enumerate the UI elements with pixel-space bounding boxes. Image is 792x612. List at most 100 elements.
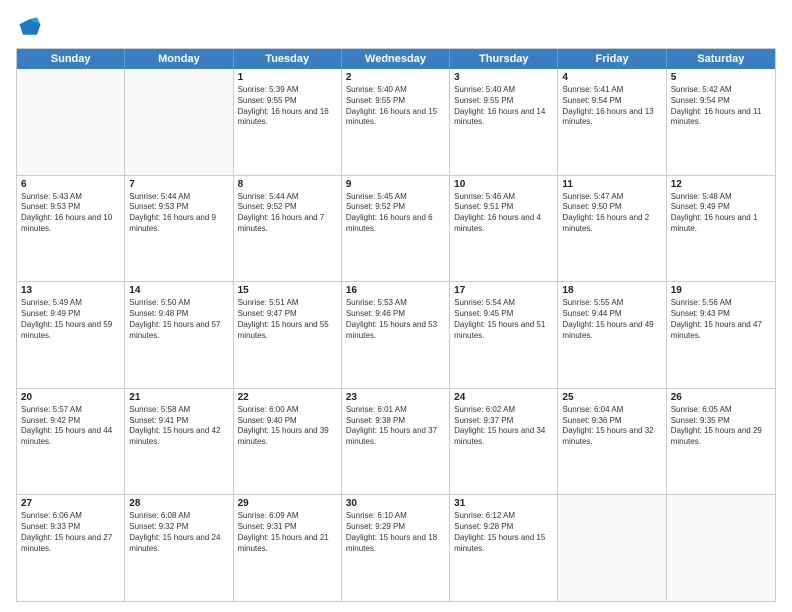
- logo: [16, 12, 48, 40]
- day-cell-23: 23 Sunrise: 6:01 AM Sunset: 9:38 PM Dayli…: [342, 389, 450, 495]
- day-cell-29: 29 Sunrise: 6:09 AM Sunset: 9:31 PM Dayli…: [234, 495, 342, 601]
- day-number: 20: [21, 392, 120, 403]
- calendar-week-3: 13 Sunrise: 5:49 AM Sunset: 9:49 PM Dayli…: [17, 281, 775, 388]
- cell-sun-info: Sunrise: 6:04 AM Sunset: 9:36 PM Dayligh…: [562, 405, 661, 448]
- day-number: 17: [454, 285, 553, 296]
- cell-sun-info: Sunrise: 6:06 AM Sunset: 9:33 PM Dayligh…: [21, 511, 120, 554]
- day-cell-2: 2 Sunrise: 5:40 AM Sunset: 9:55 PM Daylig…: [342, 69, 450, 175]
- cell-sun-info: Sunrise: 5:44 AM Sunset: 9:52 PM Dayligh…: [238, 192, 337, 235]
- cell-sun-info: Sunrise: 5:39 AM Sunset: 9:55 PM Dayligh…: [238, 85, 337, 128]
- cell-sun-info: Sunrise: 5:53 AM Sunset: 9:46 PM Dayligh…: [346, 298, 445, 341]
- day-cell-15: 15 Sunrise: 5:51 AM Sunset: 9:47 PM Dayli…: [234, 282, 342, 388]
- empty-cell: [667, 495, 775, 601]
- day-number: 4: [562, 72, 661, 83]
- cell-sun-info: Sunrise: 5:50 AM Sunset: 9:48 PM Dayligh…: [129, 298, 228, 341]
- cell-sun-info: Sunrise: 6:02 AM Sunset: 9:37 PM Dayligh…: [454, 405, 553, 448]
- cell-sun-info: Sunrise: 5:55 AM Sunset: 9:44 PM Dayligh…: [562, 298, 661, 341]
- day-cell-13: 13 Sunrise: 5:49 AM Sunset: 9:49 PM Dayli…: [17, 282, 125, 388]
- day-number: 11: [562, 179, 661, 190]
- cell-sun-info: Sunrise: 6:00 AM Sunset: 9:40 PM Dayligh…: [238, 405, 337, 448]
- cell-sun-info: Sunrise: 5:58 AM Sunset: 9:41 PM Dayligh…: [129, 405, 228, 448]
- header-day-sunday: Sunday: [17, 49, 125, 69]
- day-cell-19: 19 Sunrise: 5:56 AM Sunset: 9:43 PM Dayli…: [667, 282, 775, 388]
- day-number: 6: [21, 179, 120, 190]
- day-cell-27: 27Sunrise: 6:06 AM Sunset: 9:33 PM Dayli…: [17, 495, 125, 601]
- day-cell-11: 11 Sunrise: 5:47 AM Sunset: 9:50 PM Dayli…: [558, 176, 666, 282]
- day-cell-3: 3Sunrise: 5:40 AM Sunset: 9:55 PM Daylig…: [450, 69, 558, 175]
- calendar-week-1: 1 Sunrise: 5:39 AM Sunset: 9:55 PM Daylig…: [17, 69, 775, 175]
- cell-sun-info: Sunrise: 5:57 AM Sunset: 9:42 PM Dayligh…: [21, 405, 120, 448]
- day-cell-16: 16Sunrise: 5:53 AM Sunset: 9:46 PM Dayli…: [342, 282, 450, 388]
- cell-sun-info: Sunrise: 6:10 AM Sunset: 9:29 PM Dayligh…: [346, 511, 445, 554]
- day-number: 15: [238, 285, 337, 296]
- calendar-week-5: 27Sunrise: 6:06 AM Sunset: 9:33 PM Dayli…: [17, 494, 775, 601]
- cell-sun-info: Sunrise: 5:41 AM Sunset: 9:54 PM Dayligh…: [562, 85, 661, 128]
- cell-sun-info: Sunrise: 6:05 AM Sunset: 9:35 PM Dayligh…: [671, 405, 771, 448]
- cell-sun-info: Sunrise: 6:08 AM Sunset: 9:32 PM Dayligh…: [129, 511, 228, 554]
- cell-sun-info: Sunrise: 6:01 AM Sunset: 9:38 PM Dayligh…: [346, 405, 445, 448]
- day-cell-5: 5 Sunrise: 5:42 AM Sunset: 9:54 PM Daylig…: [667, 69, 775, 175]
- header-day-tuesday: Tuesday: [234, 49, 342, 69]
- day-cell-6: 6Sunrise: 5:43 AM Sunset: 9:53 PM Daylig…: [17, 176, 125, 282]
- cell-sun-info: Sunrise: 5:47 AM Sunset: 9:50 PM Dayligh…: [562, 192, 661, 235]
- header-day-saturday: Saturday: [667, 49, 775, 69]
- day-number: 30: [346, 498, 445, 509]
- empty-cell: [125, 69, 233, 175]
- header: [16, 12, 776, 40]
- day-cell-25: 25 Sunrise: 6:04 AM Sunset: 9:36 PM Dayli…: [558, 389, 666, 495]
- cell-sun-info: Sunrise: 5:45 AM Sunset: 9:52 PM Dayligh…: [346, 192, 445, 235]
- day-number: 22: [238, 392, 337, 403]
- day-number: 19: [671, 285, 771, 296]
- day-cell-31: 31 Sunrise: 6:12 AM Sunset: 9:28 PM Dayli…: [450, 495, 558, 601]
- day-number: 1: [238, 72, 337, 83]
- day-cell-14: 14Sunrise: 5:50 AM Sunset: 9:48 PM Dayli…: [125, 282, 233, 388]
- day-cell-17: 17 Sunrise: 5:54 AM Sunset: 9:45 PM Dayli…: [450, 282, 558, 388]
- day-number: 13: [21, 285, 120, 296]
- day-number: 12: [671, 179, 771, 190]
- day-cell-7: 7Sunrise: 5:44 AM Sunset: 9:53 PM Daylig…: [125, 176, 233, 282]
- day-number: 28: [129, 498, 228, 509]
- day-number: 2: [346, 72, 445, 83]
- cell-sun-info: Sunrise: 5:48 AM Sunset: 9:49 PM Dayligh…: [671, 192, 771, 235]
- header-day-monday: Monday: [125, 49, 233, 69]
- day-number: 8: [238, 179, 337, 190]
- page: SundayMondayTuesdayWednesdayThursdayFrid…: [0, 0, 792, 612]
- empty-cell: [17, 69, 125, 175]
- day-number: 9: [346, 179, 445, 190]
- cell-sun-info: Sunrise: 5:40 AM Sunset: 9:55 PM Dayligh…: [454, 85, 553, 128]
- cell-sun-info: Sunrise: 5:51 AM Sunset: 9:47 PM Dayligh…: [238, 298, 337, 341]
- day-cell-22: 22 Sunrise: 6:00 AM Sunset: 9:40 PM Dayli…: [234, 389, 342, 495]
- day-cell-26: 26 Sunrise: 6:05 AM Sunset: 9:35 PM Dayli…: [667, 389, 775, 495]
- cell-sun-info: Sunrise: 5:49 AM Sunset: 9:49 PM Dayligh…: [21, 298, 120, 341]
- cell-sun-info: Sunrise: 5:42 AM Sunset: 9:54 PM Dayligh…: [671, 85, 771, 128]
- day-cell-18: 18Sunrise: 5:55 AM Sunset: 9:44 PM Dayli…: [558, 282, 666, 388]
- day-number: 10: [454, 179, 553, 190]
- cell-sun-info: Sunrise: 5:56 AM Sunset: 9:43 PM Dayligh…: [671, 298, 771, 341]
- calendar-body: 1 Sunrise: 5:39 AM Sunset: 9:55 PM Daylig…: [17, 69, 775, 601]
- day-number: 5: [671, 72, 771, 83]
- day-number: 25: [562, 392, 661, 403]
- cell-sun-info: Sunrise: 5:40 AM Sunset: 9:55 PM Dayligh…: [346, 85, 445, 128]
- day-cell-1: 1 Sunrise: 5:39 AM Sunset: 9:55 PM Daylig…: [234, 69, 342, 175]
- calendar-week-4: 20 Sunrise: 5:57 AM Sunset: 9:42 PM Dayli…: [17, 388, 775, 495]
- cell-sun-info: Sunrise: 5:54 AM Sunset: 9:45 PM Dayligh…: [454, 298, 553, 341]
- day-cell-4: 4 Sunrise: 5:41 AM Sunset: 9:54 PM Daylig…: [558, 69, 666, 175]
- day-number: 23: [346, 392, 445, 403]
- day-cell-20: 20 Sunrise: 5:57 AM Sunset: 9:42 PM Dayli…: [17, 389, 125, 495]
- day-cell-24: 24Sunrise: 6:02 AM Sunset: 9:37 PM Dayli…: [450, 389, 558, 495]
- day-number: 29: [238, 498, 337, 509]
- cell-sun-info: Sunrise: 6:09 AM Sunset: 9:31 PM Dayligh…: [238, 511, 337, 554]
- empty-cell: [558, 495, 666, 601]
- cell-sun-info: Sunrise: 6:12 AM Sunset: 9:28 PM Dayligh…: [454, 511, 553, 554]
- header-day-wednesday: Wednesday: [342, 49, 450, 69]
- cell-sun-info: Sunrise: 5:46 AM Sunset: 9:51 PM Dayligh…: [454, 192, 553, 235]
- day-number: 31: [454, 498, 553, 509]
- header-day-thursday: Thursday: [450, 49, 558, 69]
- day-cell-10: 10 Sunrise: 5:46 AM Sunset: 9:51 PM Dayli…: [450, 176, 558, 282]
- calendar-header-row: SundayMondayTuesdayWednesdayThursdayFrid…: [17, 49, 775, 69]
- day-number: 26: [671, 392, 771, 403]
- day-cell-28: 28 Sunrise: 6:08 AM Sunset: 9:32 PM Dayli…: [125, 495, 233, 601]
- calendar: SundayMondayTuesdayWednesdayThursdayFrid…: [16, 48, 776, 602]
- day-cell-8: 8 Sunrise: 5:44 AM Sunset: 9:52 PM Daylig…: [234, 176, 342, 282]
- day-cell-9: 9 Sunrise: 5:45 AM Sunset: 9:52 PM Daylig…: [342, 176, 450, 282]
